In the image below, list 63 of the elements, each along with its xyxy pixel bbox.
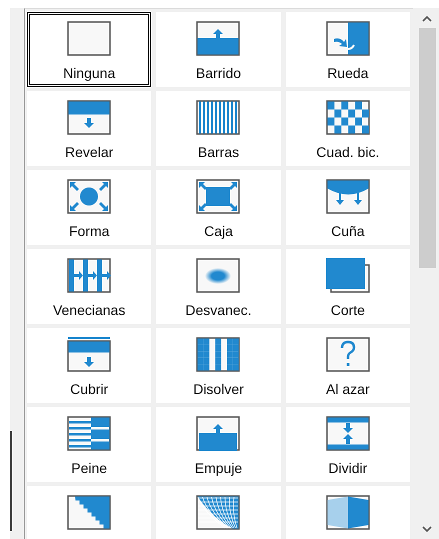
transition-tile[interactable]: Cuad. bic.: [286, 91, 410, 166]
transition-label: Disolver: [193, 381, 244, 397]
transition-preview-icon: [67, 258, 112, 293]
transition-preview-icon: [196, 416, 240, 451]
transition-preview-icon: [326, 21, 370, 56]
transition-preview-icon: [326, 179, 370, 214]
transition-tile[interactable]: Rueda: [286, 12, 410, 87]
scrollbar-thumb[interactable]: [418, 28, 436, 268]
transition-label: Cuad. bic.: [316, 144, 380, 160]
transition-label: Cubrir: [70, 381, 108, 397]
transition-preview-icon: [196, 100, 240, 135]
transition-tile[interactable]: Peine: [27, 407, 152, 482]
transition-label: Desvanec.: [185, 302, 252, 318]
transition-tile[interactable]: Caja: [156, 170, 281, 245]
transition-preview-icon: [67, 495, 112, 530]
transition-tile[interactable]: [156, 486, 281, 539]
transition-tile[interactable]: Corte: [286, 249, 410, 324]
transition-preview-icon: [67, 21, 112, 56]
chevron-up-icon: [422, 14, 432, 22]
transition-label: Ninguna: [63, 65, 116, 81]
transition-preview-icon: [326, 100, 370, 135]
transition-tile[interactable]: Barrido: [156, 12, 281, 87]
transition-label: Corte: [330, 302, 365, 318]
transition-label: Barras: [198, 144, 240, 160]
transition-label: Caja: [204, 223, 233, 239]
transition-label: Al azar: [326, 381, 370, 397]
transition-tile[interactable]: Dividir: [286, 407, 410, 482]
transition-preview-icon: [67, 179, 112, 214]
transition-preview-icon: [326, 416, 370, 451]
transition-tile[interactable]: Al azar: [286, 328, 410, 403]
chevron-down-icon: [422, 526, 432, 532]
transition-label: Rueda: [327, 65, 368, 81]
transition-label: Dividir: [328, 460, 368, 476]
transition-preview-icon: [326, 495, 370, 530]
question-mark-icon: [340, 340, 356, 366]
transition-preview-icon: [196, 179, 240, 214]
transition-preview-icon: [326, 258, 370, 293]
transition-tile[interactable]: Disolver: [156, 328, 281, 403]
transition-tile[interactable]: Cuña: [286, 170, 410, 245]
transition-preview-icon: [67, 337, 112, 372]
transition-label: Empuje: [194, 460, 242, 476]
transition-tile[interactable]: Desvanec.: [156, 249, 281, 324]
transition-preview-icon: [67, 100, 112, 135]
transition-tile[interactable]: [286, 486, 410, 539]
transition-preview-icon: [67, 416, 112, 451]
transition-label: Revelar: [65, 144, 114, 160]
transition-preview-icon: [196, 495, 240, 530]
transition-tile[interactable]: Empuje: [156, 407, 281, 482]
transition-label: Forma: [68, 223, 110, 239]
transition-tile[interactable]: Revelar: [27, 91, 152, 166]
transition-tile[interactable]: Ninguna: [27, 12, 152, 87]
transition-label: Cuña: [331, 223, 365, 239]
transition-tile[interactable]: Venecianas: [27, 249, 152, 324]
transition-tile[interactable]: Barras: [156, 91, 281, 166]
transition-label: Barrido: [196, 65, 242, 81]
transition-tile[interactable]: [27, 486, 152, 539]
transition-tile[interactable]: Cubrir: [27, 328, 152, 403]
transition-tile[interactable]: Forma: [27, 170, 152, 245]
transition-preview-icon: [196, 21, 240, 56]
transition-preview-icon: [196, 337, 240, 372]
transition-label: Peine: [71, 460, 108, 476]
transition-label: Venecianas: [52, 302, 126, 318]
transition-preview-icon: [196, 258, 240, 293]
